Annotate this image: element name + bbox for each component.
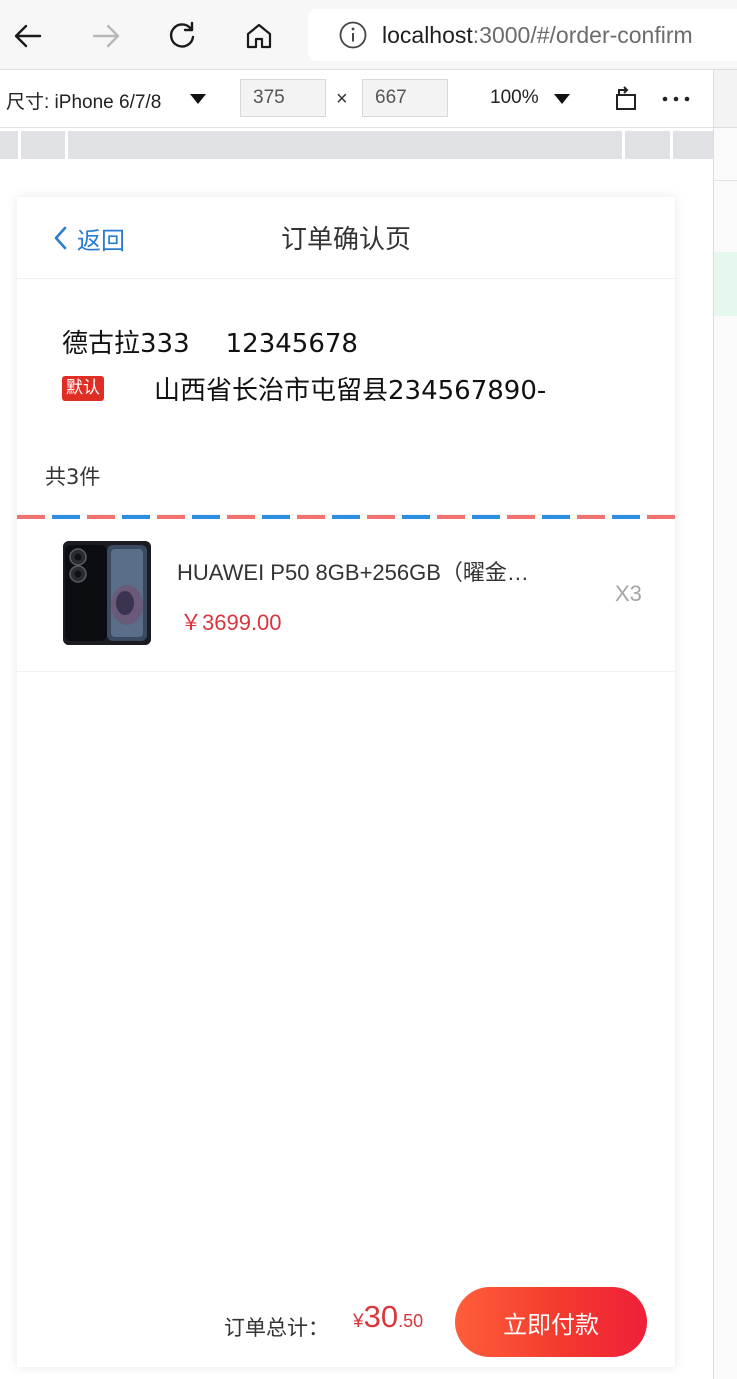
arrow-right-icon: [92, 24, 120, 48]
page-title: 订单确认页: [280, 225, 411, 255]
goods-item[interactable]: HUAWEI P50 8GB+256GB（曜金… ￥3699.00 X3: [17, 515, 675, 672]
devtools-tab-strip: [714, 70, 737, 128]
ruler-tick: [18, 131, 21, 159]
rotate-icon: [616, 86, 636, 110]
ruler-tick: [622, 131, 625, 159]
reload-icon: [169, 21, 195, 48]
product-quantity: X3: [615, 581, 642, 606]
rotate-button[interactable]: [608, 82, 644, 116]
goods-count-row: 共3件: [17, 437, 675, 515]
url-text[interactable]: localhost:3000/#/order-confirm: [382, 22, 693, 49]
address-detail: 山西省长治市屯留县234567890-: [154, 376, 547, 406]
dimension-separator: ×: [336, 88, 348, 110]
total-integer: 30: [363, 1299, 399, 1334]
device-selector[interactable]: 尺寸: iPhone 6/7/8: [6, 87, 161, 114]
zoom-selector[interactable]: 100%: [490, 87, 539, 109]
pay-now-button[interactable]: 立即付款: [455, 1287, 647, 1357]
address-bar[interactable]: localhost:3000/#/order-confirm: [308, 9, 737, 61]
ruler-tick: [65, 131, 68, 159]
devtools-highlight: [714, 252, 737, 316]
more-options-button[interactable]: [658, 82, 694, 116]
ruler-tick: [670, 131, 673, 159]
phone-product-icon: [63, 541, 151, 645]
back-nav-button[interactable]: [6, 14, 50, 58]
info-icon[interactable]: [338, 20, 368, 50]
caret-down-icon[interactable]: [554, 94, 570, 104]
media-query-ruler[interactable]: [0, 131, 713, 159]
arrow-left-icon: [14, 24, 42, 48]
total-decimal: .50: [398, 1311, 424, 1331]
total-currency: ¥: [353, 1311, 364, 1332]
address-card[interactable]: 德古拉333 12345678 默认 山西省长治市屯留县234567890-: [17, 279, 675, 519]
product-name: HUAWEI P50 8GB+256GB（曜金…: [177, 560, 529, 585]
receiver-name: 德古拉333: [62, 329, 190, 359]
receiver-phone: 12345678: [225, 329, 358, 359]
goods-count: 共3件: [45, 465, 101, 489]
caret-down-icon[interactable]: [190, 94, 206, 104]
height-input[interactable]: 667: [362, 79, 448, 117]
product-price: ￥3699.00: [180, 610, 282, 635]
reload-button[interactable]: [160, 14, 204, 58]
total-label: 订单总计：: [224, 1316, 329, 1340]
browser-toolbar: localhost:3000/#/order-confirm: [0, 0, 737, 70]
home-button[interactable]: [237, 14, 281, 58]
forward-nav-button[interactable]: [84, 14, 128, 58]
address-contact: 德古拉333 12345678: [62, 323, 358, 360]
devtools-panel-edge: [713, 70, 737, 1379]
home-icon: [246, 23, 272, 49]
product-image: [63, 541, 151, 645]
phone-viewport: 返回 订单确认页 德古拉333 12345678 默认 山西省长治市屯留县2345…: [17, 197, 675, 1367]
devtools-divider: [714, 180, 737, 181]
width-input[interactable]: 375: [240, 79, 326, 117]
checkout-bar: 订单总计： ¥30.50 立即付款: [17, 1277, 675, 1367]
total-amount: ¥30.50: [353, 1299, 423, 1335]
device-toolbar: 尺寸: iPhone 6/7/8 375 × 667 100%: [0, 70, 713, 128]
app-header: 返回 订单确认页: [17, 197, 675, 279]
url-path: :3000/#/order-confirm: [472, 21, 693, 48]
default-badge: 默认: [62, 376, 104, 401]
more-dots-icon: [662, 96, 690, 102]
url-host: localhost: [382, 21, 473, 48]
